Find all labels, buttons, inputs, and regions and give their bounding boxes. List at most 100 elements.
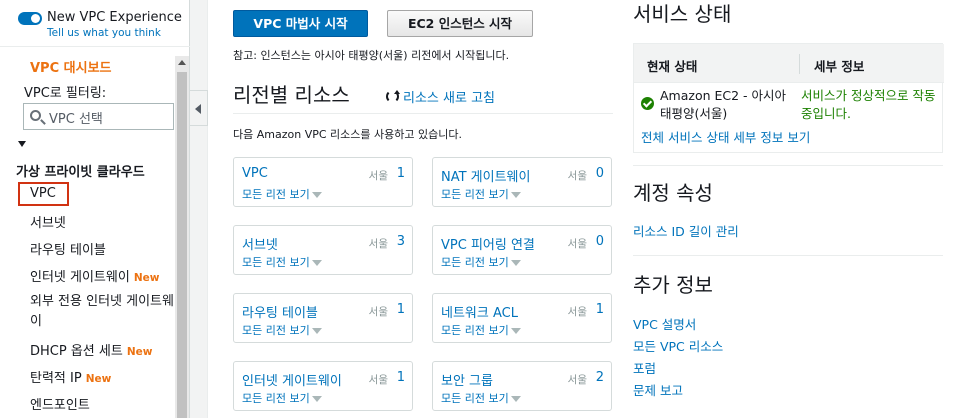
view-all-label: 모든 리전 보기	[441, 256, 509, 269]
view-all-regions-dropdown[interactable]: 모든 리전 보기	[242, 186, 322, 202]
sidebar-item-label: VPC	[30, 186, 56, 201]
card-count-link[interactable]: 1	[397, 166, 405, 181]
column-separator	[799, 54, 800, 74]
sidebar-item-label: 탄력적 IP	[30, 371, 82, 386]
card-count-link[interactable]: 0	[596, 234, 604, 249]
right-divider	[633, 165, 943, 166]
view-all-regions-dropdown[interactable]: 모든 리전 보기	[441, 322, 521, 338]
sidebar-item-elastic-ips[interactable]: 탄력적 IP New	[30, 367, 111, 386]
new-badge: New	[85, 373, 112, 385]
caret-down-icon	[311, 328, 322, 334]
view-all-label: 모든 리전 보기	[242, 188, 310, 201]
sidebar-item-route-tables[interactable]: 라우팅 테이블	[30, 239, 106, 258]
view-all-label: 모든 리전 보기	[441, 188, 509, 201]
sidebar-item-label: 서브넷	[30, 216, 66, 231]
card-count-link[interactable]: 1	[397, 302, 405, 317]
view-all-label: 모든 리전 보기	[441, 392, 509, 405]
resources-by-region-title: 리전별 리소스	[233, 83, 350, 107]
sidebar-item-endpoints[interactable]: 엔드포인트	[30, 394, 90, 413]
region-note: 참고: 인스턴스는 아시아 태평양(서울) 리전에서 시작됩니다.	[233, 49, 510, 62]
card-count-link[interactable]: 3	[397, 234, 405, 249]
scroll-up-icon[interactable]	[178, 60, 186, 65]
sidebar-item-label: 라우팅 테이블	[30, 243, 106, 258]
toggle-title: New VPC Experience	[47, 10, 182, 25]
sidebar-scrollbar-thumb[interactable]	[177, 72, 187, 418]
refresh-resources-link[interactable]: 리소스 새로 고침	[386, 87, 495, 106]
service-health-title: 서비스 상태	[633, 2, 732, 26]
sidebar-item-label: 인터넷 게이트웨이	[30, 270, 130, 285]
resource-card-security-groups: 보안 그룹 서울 2 모든 리전 보기	[432, 361, 612, 411]
launch-vpc-wizard-button[interactable]: VPC 마법사 시작	[233, 10, 368, 37]
new-vpc-experience-toggle[interactable]	[18, 12, 42, 25]
forums-link[interactable]: 포럼	[633, 358, 656, 377]
sidebar-item-internet-gateways[interactable]: 인터넷 게이트웨이 New	[30, 266, 159, 285]
card-region: 서울	[567, 374, 587, 386]
sidebar-item-vpc[interactable]: VPC	[18, 182, 69, 206]
view-all-regions-dropdown[interactable]: 모든 리전 보기	[242, 322, 322, 338]
view-all-regions-dropdown[interactable]: 모든 리전 보기	[441, 186, 521, 202]
resources-using-text: 다음 Amazon VPC 리소스를 사용하고 있습니다.	[233, 128, 462, 141]
resource-card-vpc: VPC 서울 1 모든 리전 보기	[233, 157, 413, 207]
card-title-link[interactable]: VPC 피어링 연결	[441, 234, 535, 253]
card-region: 서울	[567, 238, 587, 250]
sidebar-item-label: 엔드포인트	[30, 398, 90, 413]
resource-card-route-tables: 라우팅 테이블 서울 1 모든 리전 보기	[233, 293, 413, 343]
col-details: 세부 정보	[814, 59, 865, 74]
additional-info-title: 추가 정보	[633, 273, 713, 297]
card-title-link[interactable]: NAT 게이트웨이	[441, 166, 530, 185]
card-title-link[interactable]: 인터넷 게이트웨이	[242, 370, 342, 389]
sidebar-item-label: 외부 전용 인터넷 게이트웨이	[30, 294, 174, 329]
filter-label: VPC로 필터링:	[24, 86, 107, 101]
launch-ec2-instance-button[interactable]: EC2 인스턴스 시작	[387, 10, 533, 37]
card-region: 서울	[567, 306, 587, 318]
vpc-select-input[interactable]: VPC 선택	[23, 103, 174, 130]
right-divider	[633, 255, 943, 256]
account-attributes-title: 계정 속성	[633, 181, 713, 205]
manage-resource-id-length-link[interactable]: 리소스 ID 길이 관리	[633, 221, 739, 240]
vpc-docs-link[interactable]: VPC 설명서	[633, 314, 696, 333]
all-vpc-resources-link[interactable]: 모든 VPC 리소스	[633, 336, 723, 355]
report-issue-link[interactable]: 문제 보고	[633, 380, 683, 399]
card-count-link[interactable]: 1	[596, 302, 604, 317]
card-title-link[interactable]: 라우팅 테이블	[242, 302, 318, 321]
resource-card-internet-gateways: 인터넷 게이트웨이 서울 1 모든 리전 보기	[233, 361, 413, 411]
resource-card-nat-gateway: NAT 게이트웨이 서울 0 모든 리전 보기	[432, 157, 612, 207]
new-badge: New	[133, 272, 160, 284]
view-all-label: 모든 리전 보기	[441, 324, 509, 337]
card-title-link[interactable]: 네트워크 ACL	[441, 302, 518, 321]
card-count-link[interactable]: 1	[397, 370, 405, 385]
card-count-link[interactable]: 2	[596, 370, 604, 385]
sidebar-item-egress-only-gateways[interactable]: 외부 전용 인터넷 게이트웨이	[30, 292, 178, 332]
sidebar-item-subnets[interactable]: 서브넷	[30, 212, 66, 231]
caret-down-icon	[510, 192, 521, 198]
collapse-sidebar-button[interactable]	[190, 90, 208, 126]
section-virtual-private-cloud: 가상 프라이빗 클라우드	[16, 165, 145, 180]
card-region: 서울	[567, 170, 587, 182]
view-all-regions-dropdown[interactable]: 모든 리전 보기	[242, 254, 322, 270]
all-service-health-link[interactable]: 전체 서비스 상태 세부 정보 보기	[641, 127, 810, 146]
card-title-link[interactable]: VPC	[242, 166, 268, 181]
vpc-select-placeholder: VPC 선택	[49, 112, 103, 127]
sidebar-item-dhcp-options[interactable]: DHCP 옵션 세트 New	[30, 340, 152, 359]
card-region: 서울	[368, 170, 388, 182]
sidebar: New VPC Experience Tell us what you thin…	[0, 0, 190, 418]
table-header: 현재 상태 세부 정보	[634, 44, 944, 83]
sidebar-item-label: DHCP 옵션 세트	[30, 344, 123, 359]
card-count-link[interactable]: 0	[596, 166, 604, 181]
view-all-regions-dropdown[interactable]: 모든 리전 보기	[242, 390, 322, 406]
card-title-link[interactable]: 보안 그룹	[441, 370, 493, 389]
refresh-icon	[386, 90, 400, 103]
collapse-caret-icon[interactable]	[18, 141, 26, 147]
sidebar-item-vpc-dashboard[interactable]: VPC 대시보드	[30, 57, 112, 76]
feedback-link[interactable]: Tell us what you think	[47, 27, 161, 39]
view-all-regions-dropdown[interactable]: 모든 리전 보기	[441, 390, 521, 406]
card-region: 서울	[368, 238, 388, 250]
sidebar-gutter	[190, 0, 208, 418]
service-name: Amazon EC2 - 아시아 태평양(서울)	[660, 88, 787, 121]
card-region: 서울	[368, 306, 388, 318]
card-title-link[interactable]: 서브넷	[242, 234, 278, 253]
resource-card-subnets: 서브넷 서울 3 모든 리전 보기	[233, 225, 413, 275]
new-badge: New	[126, 346, 153, 358]
view-all-regions-dropdown[interactable]: 모든 리전 보기	[441, 254, 521, 270]
caret-down-icon	[510, 396, 521, 402]
